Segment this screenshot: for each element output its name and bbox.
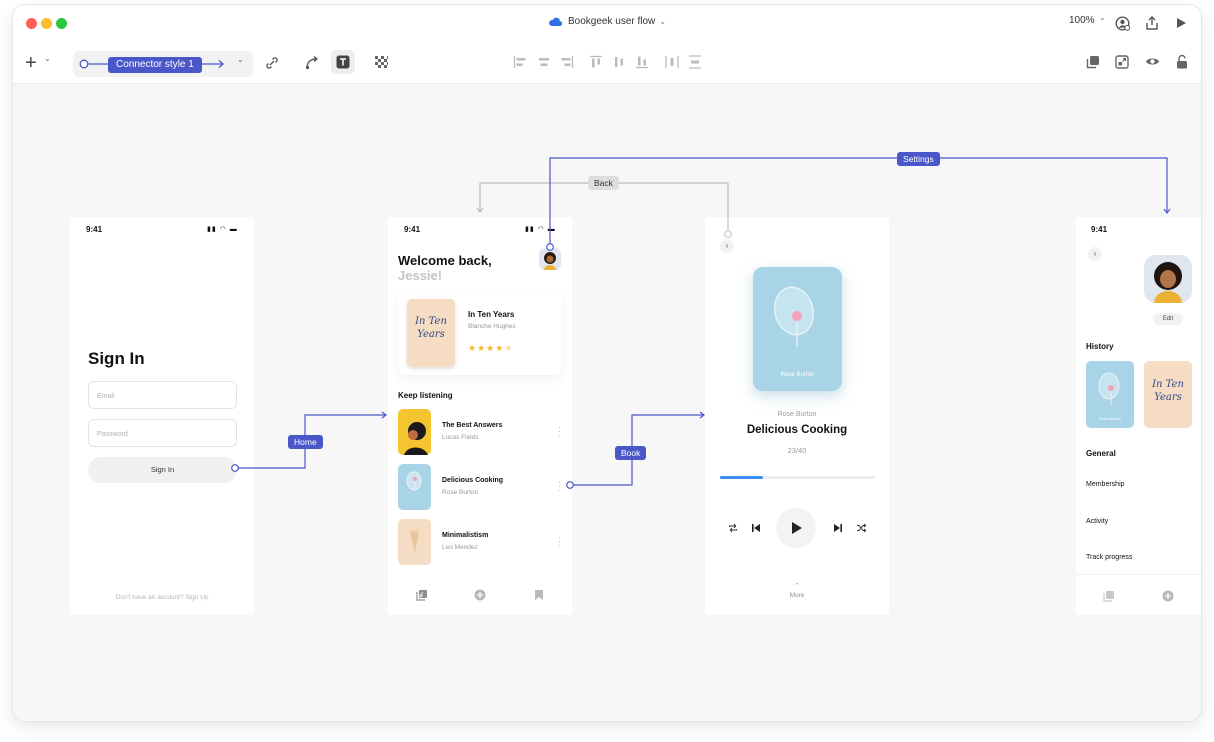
layers-icon[interactable]	[1086, 55, 1100, 69]
lock-icon[interactable]	[1176, 54, 1188, 69]
play-icon[interactable]	[1176, 17, 1187, 29]
chevron-down-icon[interactable]: ⌄	[44, 54, 51, 63]
connector-handle	[546, 243, 554, 251]
connector-label-home[interactable]: Home	[288, 435, 323, 449]
connector-settings	[549, 157, 1168, 244]
document-title[interactable]: Bookgeek user flow ⌄	[13, 16, 1201, 27]
align-bottom-icon[interactable]	[635, 55, 649, 69]
zoom-level[interactable]: 100%	[1069, 15, 1095, 26]
connector-label-back[interactable]: Back	[588, 176, 619, 190]
connector-label-settings[interactable]: Settings	[897, 152, 940, 166]
chevron-down-icon: ⌄	[237, 55, 244, 64]
eye-icon[interactable]	[1145, 56, 1160, 67]
add-button[interactable]: +	[25, 52, 37, 75]
connector-handle	[724, 230, 732, 238]
distribute-vertical-icon[interactable]	[688, 55, 702, 69]
add-user-icon[interactable]	[1115, 16, 1130, 31]
connector-handle	[566, 481, 574, 489]
chevron-down-icon: ⌄	[659, 17, 666, 26]
align-top-icon[interactable]	[589, 55, 603, 69]
connector-back	[479, 182, 729, 230]
connector-style-label: Connector style 1	[108, 57, 202, 73]
unlink-icon[interactable]	[265, 56, 279, 70]
frame-resize-icon[interactable]	[1115, 55, 1129, 69]
app-window: Bookgeek user flow ⌄ 100% ⌄ + ⌄ ⌄ Connect…	[13, 5, 1201, 721]
title-bar: Bookgeek user flow ⌄ 100% ⌄	[13, 5, 1201, 42]
cloud-icon	[549, 17, 562, 26]
align-left-icon[interactable]	[513, 55, 527, 69]
align-center-horizontal-icon[interactable]	[537, 55, 551, 69]
connector-handle	[231, 464, 239, 472]
share-icon[interactable]	[1145, 16, 1159, 30]
text-style-button[interactable]	[331, 50, 355, 74]
distribute-horizontal-icon[interactable]	[665, 55, 679, 69]
text-icon	[336, 55, 350, 69]
document-title-text: Bookgeek user flow	[568, 16, 656, 27]
align-middle-icon[interactable]	[612, 55, 626, 69]
curve-connector-icon[interactable]	[305, 55, 320, 70]
align-right-icon[interactable]	[560, 55, 574, 69]
canvas[interactable]: 9:41 ▮▮ ◠ ▬ Sign In Email Password Sign …	[13, 84, 1201, 721]
connector-label-book[interactable]: Book	[615, 446, 647, 460]
toolbar: + ⌄ ⌄ Connector style 1	[13, 42, 1201, 84]
opacity-icon[interactable]	[375, 56, 388, 69]
chevron-down-icon: ⌄	[1099, 13, 1106, 22]
